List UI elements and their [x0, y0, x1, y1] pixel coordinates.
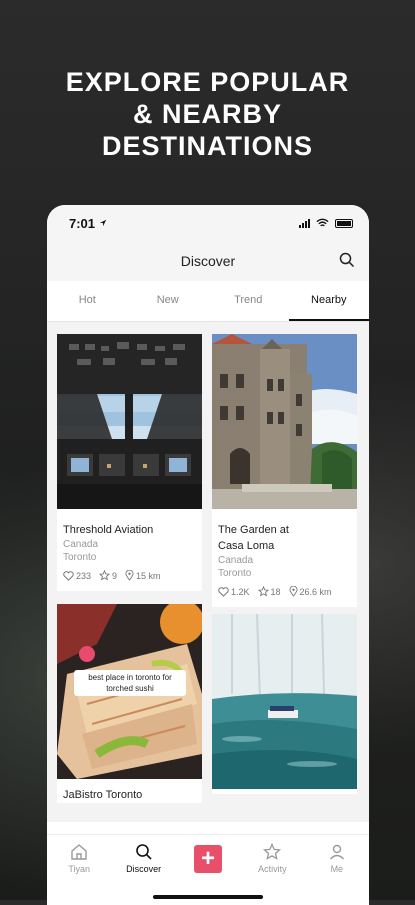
- cellular-signal-icon: [299, 218, 310, 228]
- headline-line-3: DESTINATIONS: [101, 131, 313, 161]
- tab-new[interactable]: New: [128, 281, 209, 321]
- cockpit-photo: [57, 334, 202, 509]
- location-pin-icon: [125, 570, 134, 581]
- destination-card-waterfall[interactable]: [212, 614, 357, 794]
- battery-icon: [335, 218, 353, 228]
- location-arrow-icon: [99, 219, 107, 227]
- card-title: The Garden at Casa Loma: [212, 514, 357, 554]
- location-pin-icon: [288, 586, 298, 597]
- nav-home[interactable]: Tiyan: [47, 835, 111, 905]
- destination-card-jabistro[interactable]: best place in toronto for torched sushi …: [57, 604, 202, 803]
- card-stats: 233 9 15 km: [57, 564, 202, 591]
- sushi-photo-wrap: best place in toronto for torched sushi: [57, 604, 202, 779]
- destination-card-casa-loma[interactable]: The Garden at Casa Loma Canada Toronto 1…: [212, 334, 357, 607]
- card-title: Threshold Aviation: [63, 524, 154, 536]
- promo-headline: EXPLORE POPULAR & NEARBY DESTINATIONS: [0, 66, 415, 162]
- search-icon: [135, 844, 152, 860]
- nav-home-label: Tiyan: [68, 864, 91, 874]
- tab-nearby[interactable]: Nearby: [288, 281, 369, 321]
- headline-line-2: & NEARBY: [132, 99, 282, 129]
- card-title-line-2: Casa Loma: [218, 540, 275, 552]
- stars-stat[interactable]: 9: [99, 570, 117, 581]
- heart-icon: [63, 570, 74, 581]
- likes-count: 1.2K: [231, 586, 250, 597]
- distance-value: 15 km: [136, 570, 161, 581]
- nav-me-label: Me: [330, 864, 344, 874]
- status-time-text: 7:01: [69, 215, 96, 231]
- nav-discover-label: Discover: [126, 864, 162, 874]
- card-stats: 1.2K 18 26.6 km: [212, 580, 357, 607]
- status-time: 7:01: [69, 216, 107, 231]
- destination-card-threshold-aviation[interactable]: Threshold Aviation Canada Toronto 233 9 …: [57, 334, 202, 591]
- distance-stat: 26.6 km: [288, 586, 332, 597]
- distance-value: 26.6 km: [299, 586, 332, 597]
- plus-icon: +: [194, 845, 223, 873]
- star-icon: [257, 586, 269, 597]
- headline-line-1: EXPLORE POPULAR: [65, 67, 350, 97]
- card-title-line-1: The Garden at: [218, 524, 289, 536]
- tab-trend[interactable]: Trend: [208, 281, 289, 321]
- likes-stat[interactable]: 1.2K: [218, 587, 250, 597]
- stars-count: 18: [270, 586, 281, 597]
- card-country: Canada: [63, 539, 99, 550]
- home-icon: [71, 844, 87, 860]
- stars-count: 9: [112, 570, 118, 581]
- stars-stat[interactable]: 18: [257, 586, 281, 597]
- nav-me[interactable]: Me: [305, 835, 369, 905]
- photo-caption: best place in toronto for torched sushi: [74, 670, 186, 696]
- destination-grid: Threshold Aviation Canada Toronto 233 9 …: [47, 322, 369, 822]
- app-header: Discover: [47, 241, 369, 281]
- phone-screen: 7:01 Discover Hot New Trend Nearby Thres…: [47, 205, 369, 905]
- distance-stat: 15 km: [125, 570, 161, 581]
- status-icons: [299, 218, 353, 228]
- card-city: Toronto: [218, 568, 252, 579]
- castle-photo: [212, 334, 357, 509]
- status-bar: 7:01: [47, 205, 369, 241]
- home-indicator: [153, 895, 263, 899]
- card-country: Canada: [218, 555, 254, 566]
- user-icon: [329, 844, 344, 860]
- page-title: Discover: [180, 253, 236, 269]
- card-title: JaBistro Toronto: [63, 789, 143, 801]
- tab-hot[interactable]: Hot: [47, 281, 128, 321]
- likes-stat[interactable]: 233: [63, 571, 91, 581]
- bottom-nav: Tiyan Discover + Activity Me: [47, 834, 369, 905]
- star-icon: [263, 843, 282, 860]
- star-icon: [99, 570, 111, 581]
- card-city: Toronto: [63, 552, 97, 563]
- category-tabs: Hot New Trend Nearby: [47, 281, 369, 322]
- caption-line-2: torched sushi: [106, 684, 154, 693]
- wifi-icon: [316, 218, 329, 227]
- nav-activity-label: Activity: [258, 864, 287, 874]
- likes-count: 233: [76, 570, 92, 581]
- heart-icon: [218, 586, 229, 597]
- search-icon[interactable]: [339, 252, 355, 268]
- waterfall-photo: [212, 614, 357, 789]
- caption-line-1: best place in toronto for: [88, 673, 172, 682]
